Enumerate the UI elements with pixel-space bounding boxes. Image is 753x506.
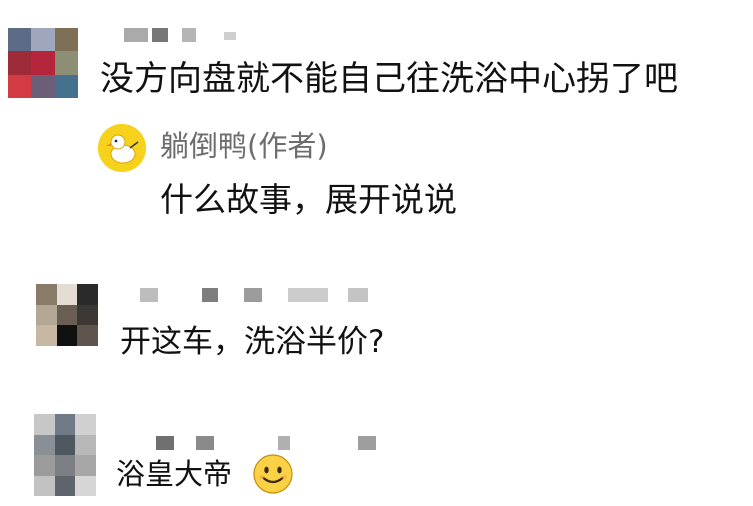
reply-text: 什么故事，展开说说: [160, 180, 457, 219]
user-avatar[interactable]: [36, 284, 98, 346]
comment-text: 开这车，洗浴半价?: [120, 324, 385, 360]
user-avatar[interactable]: [8, 28, 78, 98]
comment-text: 浴皇大帝: [116, 457, 233, 491]
smile-emoji-icon: [253, 454, 293, 494]
user-avatar[interactable]: [34, 414, 96, 496]
reply-author-name[interactable]: 躺倒鸭(作者): [160, 132, 328, 161]
comment-text: 没方向盘就不能自己往洗浴中心拐了吧: [100, 59, 678, 99]
duck-avatar-icon[interactable]: [98, 124, 146, 172]
